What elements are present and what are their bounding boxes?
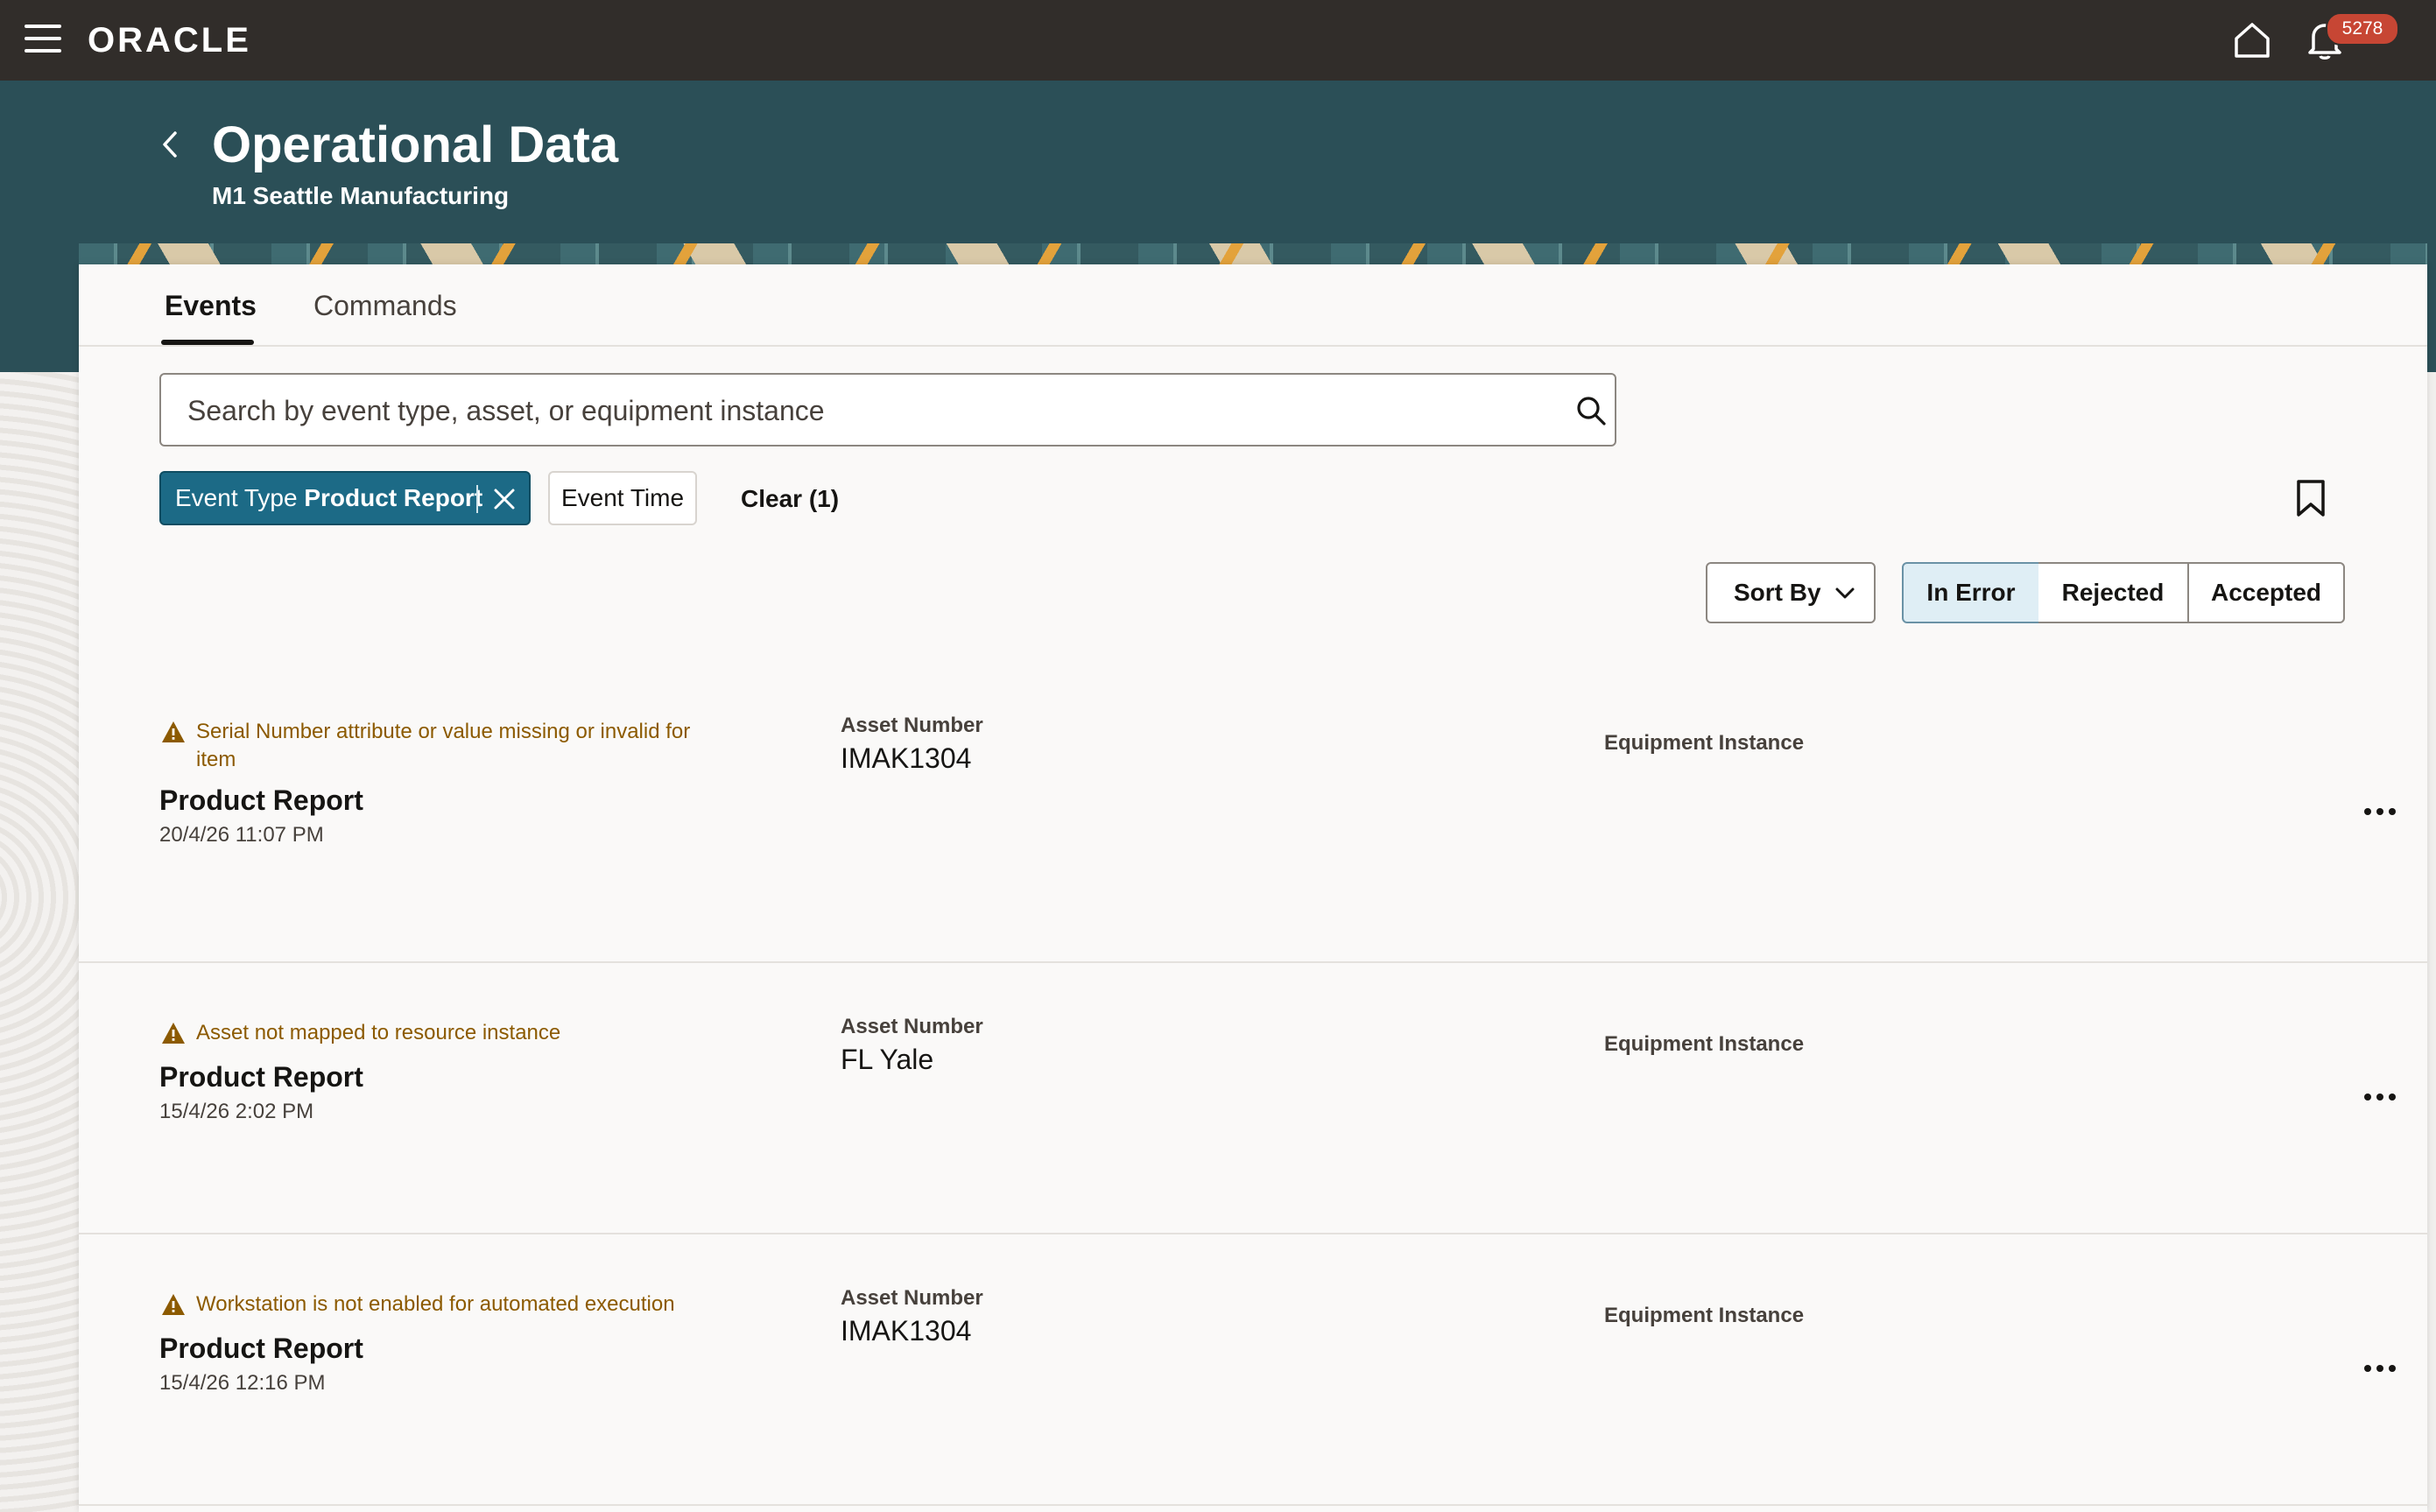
list-item[interactable]: Serial Number attribute or value missing… (79, 650, 2427, 963)
sort-by-label: Sort By (1734, 579, 1821, 606)
list-item[interactable]: Workstation is not enabled for automated… (79, 1233, 2427, 1506)
event-title[interactable]: Product Report (159, 783, 363, 818)
event-time-filter-chip[interactable]: Event Time (548, 471, 697, 525)
event-date: 15/4/26 2:02 PM (159, 1100, 314, 1123)
events-card: Events Commands Event Type Product Repor… (79, 264, 2427, 1512)
warning-icon (162, 1294, 185, 1315)
decorative-banner (79, 243, 2427, 264)
home-icon[interactable] (2231, 19, 2273, 61)
asset-number-value: FL Yale (841, 1044, 934, 1075)
bookmark-icon[interactable] (2294, 478, 2327, 518)
asset-number-value: IMAK1304 (841, 1315, 972, 1347)
background-pattern (0, 372, 79, 1512)
error-text: Asset not mapped to resource instance (196, 1021, 561, 1044)
tab-events[interactable]: Events (165, 284, 257, 327)
search-box (159, 373, 1616, 447)
event-date: 20/4/26 11:07 PM (159, 823, 324, 847)
equipment-instance-label: Equipment Instance (1604, 1304, 1805, 1327)
more-icon[interactable] (2364, 1089, 2408, 1101)
segment-rejected[interactable]: Rejected (2038, 562, 2189, 623)
oracle-logo[interactable]: ORACLE (88, 18, 251, 63)
asset-number-label: Asset Number (841, 1015, 983, 1038)
page-title: Operational Data (212, 116, 619, 173)
chip-prefix: Event Type (175, 484, 298, 511)
chip-divider (476, 485, 478, 513)
segment-in-error[interactable]: In Error (1902, 562, 2040, 623)
top-bar: ORACLE 5278 (0, 0, 2436, 81)
close-icon[interactable] (490, 485, 518, 513)
search-icon[interactable] (1574, 394, 1608, 427)
page-subtitle: M1 Seattle Manufacturing (212, 182, 510, 209)
list-item[interactable]: Asset not mapped to resource instance Pr… (79, 961, 2427, 1234)
tab-bar: Events Commands (79, 264, 2427, 347)
tab-commands[interactable]: Commands (313, 284, 457, 327)
event-date: 15/4/26 12:16 PM (159, 1371, 326, 1395)
equipment-instance-label: Equipment Instance (1604, 731, 1805, 755)
error-text: Workstation is not enabled for automated… (196, 1292, 675, 1316)
chevron-down-icon (1835, 587, 1855, 599)
clear-filters-link[interactable]: Clear (1) (741, 482, 839, 517)
asset-number-value: IMAK1304 (841, 742, 972, 774)
more-icon[interactable] (2364, 1361, 2408, 1373)
event-title[interactable]: Product Report (159, 1331, 363, 1366)
more-icon[interactable] (2364, 804, 2408, 816)
asset-number-label: Asset Number (841, 1286, 983, 1310)
search-input[interactable] (186, 375, 1538, 447)
notification-badge: 5278 (2326, 12, 2399, 46)
equipment-instance-label: Equipment Instance (1604, 1032, 1805, 1056)
segment-accepted[interactable]: Accepted (2187, 562, 2345, 623)
warning-icon (162, 721, 185, 742)
event-title[interactable]: Product Report (159, 1059, 363, 1094)
asset-number-label: Asset Number (841, 714, 983, 737)
event-type-filter-chip[interactable]: Event Type Product Report (159, 471, 531, 525)
active-tab-indicator (161, 340, 254, 345)
error-text: Serial Number attribute or value missing… (196, 720, 691, 771)
back-icon[interactable] (154, 123, 186, 166)
menu-icon[interactable] (25, 25, 61, 54)
chip-value: Product Report (304, 484, 483, 511)
sort-by-button[interactable]: Sort By (1706, 562, 1876, 623)
warning-icon (162, 1023, 185, 1044)
